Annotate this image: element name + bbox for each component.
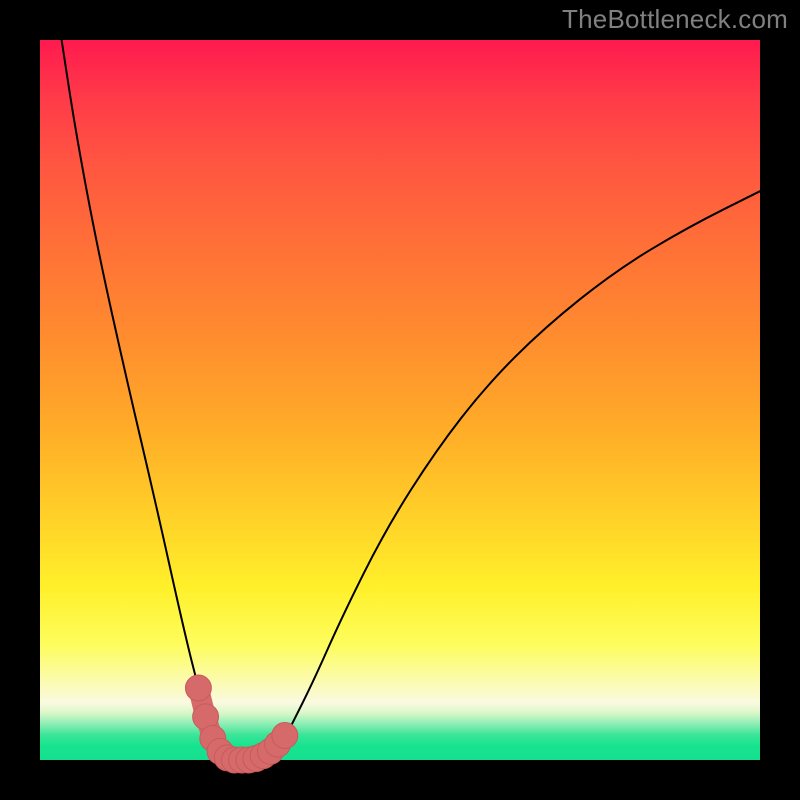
plot-svg xyxy=(40,40,760,760)
valley-marker-dot xyxy=(185,675,211,701)
watermark-text: TheBottleneck.com xyxy=(562,4,788,35)
chart-frame: TheBottleneck.com xyxy=(0,0,800,800)
bottleneck-curve xyxy=(62,40,760,760)
valley-marker-dot xyxy=(272,723,298,749)
plot-area xyxy=(40,40,760,760)
